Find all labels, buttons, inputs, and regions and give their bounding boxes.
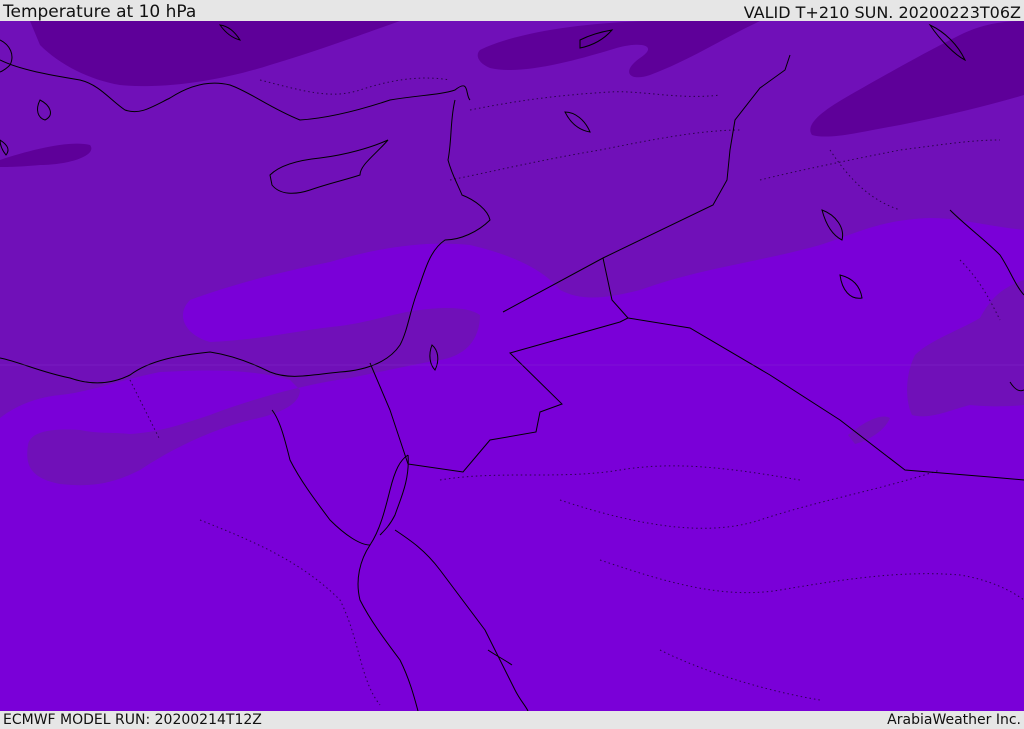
map-title: Temperature at 10 hPa	[3, 2, 197, 22]
weather-map[interactable]	[0, 21, 1024, 711]
header-bar: Temperature at 10 hPa VALID T+210 SUN. 2…	[0, 0, 1024, 21]
valid-time: VALID T+210 SUN. 20200223T06Z	[743, 3, 1021, 22]
credit-label: ArabiaWeather Inc.	[887, 712, 1021, 728]
footer-bar: ECMWF MODEL RUN: 20200214T12Z ArabiaWeat…	[0, 711, 1024, 729]
model-run: ECMWF MODEL RUN: 20200214T12Z	[3, 712, 262, 728]
